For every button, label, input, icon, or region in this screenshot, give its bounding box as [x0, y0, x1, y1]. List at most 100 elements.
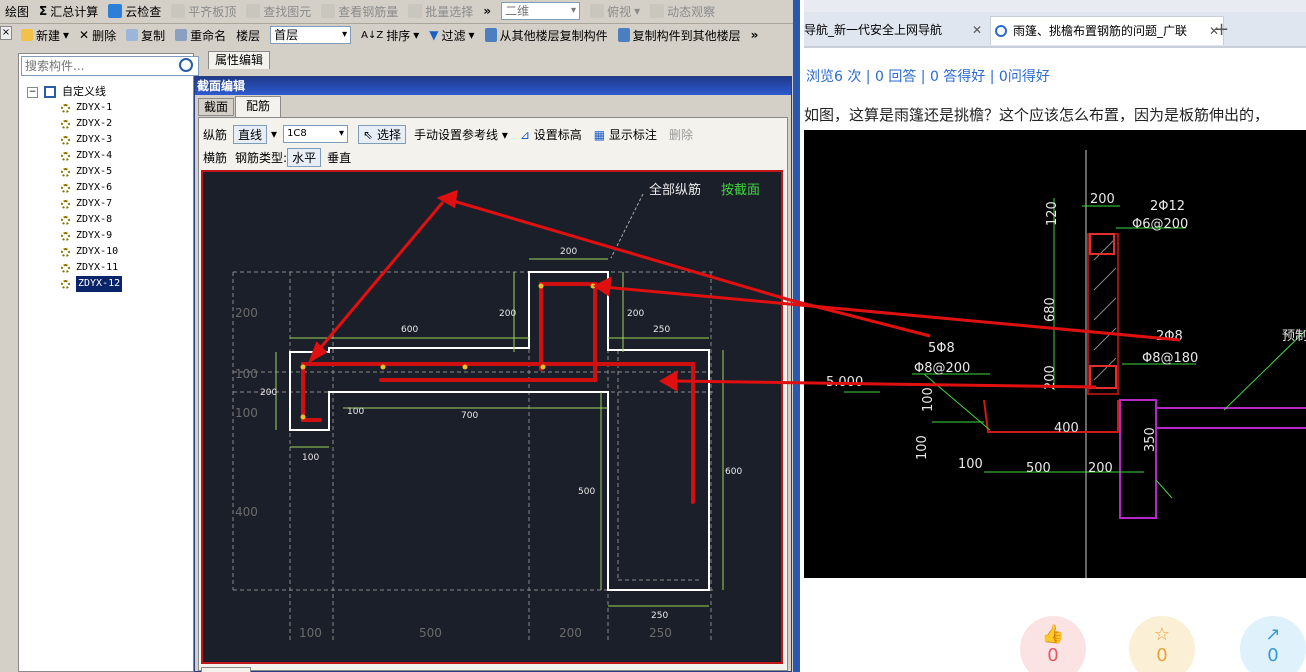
tree-item[interactable]: ZDYX-10 — [61, 244, 122, 260]
transverse-label: 横筋 — [203, 150, 228, 165]
copy-to-label: 复制构件到其他楼层 — [632, 28, 741, 43]
vertical-button[interactable]: 垂直 — [327, 149, 351, 166]
gear-icon — [61, 279, 70, 289]
gear-icon — [61, 247, 70, 257]
tab1-title: 导航_新一代安全上网导航 — [804, 23, 943, 37]
property-edit-tab[interactable]: 属性编辑 — [208, 51, 270, 69]
new-tab-button[interactable]: + — [1214, 16, 1236, 44]
line-mode-button[interactable]: 直线 — [233, 124, 268, 144]
new-icon — [21, 29, 33, 41]
sum-button[interactable]: Σ 汇总计算 — [34, 1, 103, 21]
view-rebar-button[interactable]: 查看钢筋量 — [316, 1, 403, 21]
transverse-toolbar: 横筋 钢筋类型: 水平 垂直 — [201, 147, 785, 167]
gear-icon — [61, 151, 70, 161]
share-button[interactable]: ↗ 0 — [1240, 616, 1306, 672]
tree-item[interactable]: ZDYX-2 — [61, 116, 122, 132]
tree-item[interactable]: ZDYX-1 — [61, 100, 122, 116]
tree-item-label: ZDYX-8 — [76, 214, 113, 225]
flat-top-label: 平齐板顶 — [188, 4, 237, 19]
cloud-check-icon — [108, 4, 123, 18]
toolbar2-overflow[interactable]: » — [746, 25, 764, 45]
rebar-points — [300, 283, 596, 420]
draw-menu[interactable]: 绘图 — [0, 1, 34, 21]
collapse-icon[interactable]: − — [27, 86, 38, 98]
cursor-icon: ⇖ — [363, 127, 374, 142]
copy-to-floor-button[interactable]: 复制构件到其他楼层 — [613, 25, 746, 45]
dialog-titlebar[interactable]: 截面编辑 — [195, 77, 791, 95]
view-mode-select[interactable]: 二维 — [496, 1, 585, 21]
tab-reinforcement[interactable]: 配筋 — [235, 96, 281, 117]
toolbar-overflow[interactable]: » — [478, 1, 496, 21]
sort-button[interactable]: A↓Z 排序 ▾ — [356, 25, 424, 45]
vertical-label: 垂直 — [327, 150, 352, 165]
like-count: 0 — [1047, 645, 1059, 666]
search-icon[interactable] — [179, 58, 193, 72]
component-search-input[interactable] — [22, 57, 178, 75]
like-button[interactable]: 👍 0 — [1020, 616, 1086, 672]
flat-top-button[interactable]: 平齐板顶 — [166, 1, 241, 21]
close-icon[interactable]: ✕ — [972, 16, 982, 44]
grid-label-500: 500 — [419, 626, 442, 640]
set-elevation-button[interactable]: ⊿ 设置标高 — [516, 125, 586, 144]
tree-item[interactable]: ZDYX-4 — [61, 148, 122, 164]
dynamic-view-button[interactable]: 动态观察 — [645, 1, 720, 21]
tree-item[interactable]: ZDYX-7 — [61, 196, 122, 212]
by-section-label[interactable]: 按截面 — [721, 183, 760, 198]
tree-root[interactable]: − 自定义线 — [27, 84, 122, 100]
show-annotation-button[interactable]: ▦ 显示标注 — [590, 125, 661, 144]
cloud-check-button[interactable]: 云检查 — [103, 1, 166, 21]
grid-label-200: 200 — [235, 306, 258, 320]
batch-select-icon — [408, 4, 423, 18]
gear-icon — [61, 119, 70, 129]
tab-question[interactable]: 雨篷、挑檐布置钢筋的问题_广联 ✕ — [990, 16, 1224, 45]
tree-item[interactable]: ZDYX-8 — [61, 212, 122, 228]
tree-item[interactable]: ZDYX-9 — [61, 228, 122, 244]
manual-ref-line-button[interactable]: 手动设置参考线 ▾ — [410, 125, 512, 144]
line-mode-label: 直线 — [238, 127, 263, 142]
top-view-button[interactable]: 俯视 ▾ — [585, 1, 645, 21]
rename-button[interactable]: 重命名 — [170, 25, 231, 45]
tree-item[interactable]: ZDYX-11 — [61, 260, 122, 276]
tree-item-label: ZDYX-7 — [76, 198, 113, 209]
tab-navigation[interactable]: 导航_新一代安全上网导航 ✕ — [804, 16, 986, 44]
cad-100b: 100 — [915, 435, 930, 460]
tree-item[interactable]: ZDYX-3 — [61, 132, 122, 148]
section-canvas[interactable]: 200 200 200 600 250 200 100 700 100 500 … — [201, 170, 783, 664]
thumbs-up-icon: 👍 — [1041, 624, 1065, 645]
tab-section[interactable]: 截面 — [198, 98, 234, 116]
select-tool-button[interactable]: ⇖ 选择 — [358, 124, 406, 144]
dialog-title: 截面编辑 — [197, 79, 246, 93]
close-panel-icon[interactable]: × — [0, 26, 12, 40]
tree-item-label: ZDYX-12 — [76, 276, 123, 292]
view-mode-value: 二维 — [501, 2, 581, 20]
find-element-button[interactable]: 查找图元 — [241, 1, 316, 21]
cloud-check-label: 云检查 — [125, 4, 162, 19]
horizontal-button[interactable]: 水平 — [287, 147, 322, 167]
tree-item[interactable]: ZDYX-6 — [61, 180, 122, 196]
floor-select[interactable]: 首层 — [265, 25, 356, 45]
orbit-icon — [650, 4, 665, 18]
filter-button[interactable]: ▼ 过滤 ▾ — [424, 25, 479, 45]
flat-top-icon — [171, 4, 186, 18]
component-search-box — [21, 56, 199, 76]
dropdown-arrow-icon[interactable]: ▾ — [271, 127, 277, 141]
batch-select-button[interactable]: 批量选择 — [403, 1, 478, 21]
tree-item[interactable]: ZDYX-5 — [61, 164, 122, 180]
new-button[interactable]: 新建 ▾ — [16, 25, 74, 45]
cad-5phi8: 5Φ8 — [928, 341, 955, 356]
favorite-button[interactable]: ☆ 0 — [1129, 616, 1195, 672]
copy-button[interactable]: 复制 — [121, 25, 170, 45]
cad-400: 400 — [1054, 421, 1079, 436]
rebar-spec-select[interactable]: 1C8 — [283, 125, 349, 143]
tree-item[interactable]: ZDYX-12 — [61, 276, 123, 292]
dim-200-y: 200 — [260, 388, 277, 398]
delete-button[interactable]: ✕ 删除 — [74, 25, 121, 45]
copy-from-label: 从其他楼层复制构件 — [499, 28, 608, 43]
copy-from-floor-button[interactable]: 从其他楼层复制构件 — [480, 25, 613, 45]
star-icon: ☆ — [1153, 624, 1171, 645]
cad-phi6: Φ6@200 — [1132, 217, 1188, 232]
remove-button[interactable]: 删除 — [665, 125, 697, 144]
top-view-icon — [590, 4, 605, 18]
longitudinal-label: 纵筋 — [203, 127, 228, 142]
cad-2phi12: 2Φ12 — [1150, 199, 1185, 214]
